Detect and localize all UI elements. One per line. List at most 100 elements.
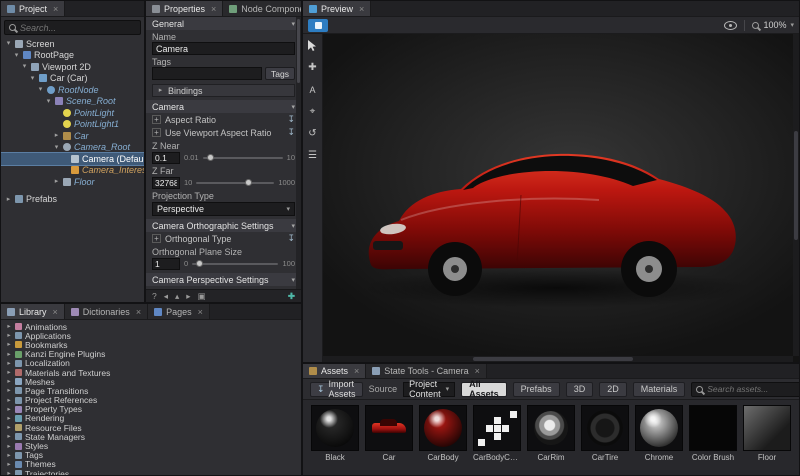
preview-vertical-scrollbar[interactable] <box>793 34 799 356</box>
tab-state-tools[interactable]: State Tools - Camera <box>366 364 487 378</box>
assets-search-input[interactable] <box>707 384 799 394</box>
select-tool-icon[interactable] <box>306 39 320 52</box>
scrollbar-thumb[interactable] <box>473 357 634 361</box>
z-near-field[interactable] <box>152 151 180 164</box>
asset-item-carrim[interactable]: CarRim <box>527 405 575 473</box>
expander-icon[interactable] <box>5 40 12 47</box>
tree-item-rootnode[interactable]: RootNode <box>1 84 144 96</box>
expander-icon[interactable] <box>6 397 12 404</box>
expander-icon[interactable] <box>6 351 12 358</box>
z-far-slider[interactable] <box>196 178 275 186</box>
library-item-trajectories[interactable]: Trajectories <box>1 469 301 475</box>
tree-item-scene-root[interactable]: Scene_Root <box>1 96 144 108</box>
orthogonal-plane-size-slider[interactable] <box>192 259 279 267</box>
close-icon[interactable] <box>198 307 203 317</box>
picker-tool-icon[interactable]: ⌖ <box>306 105 320 118</box>
filter-3d[interactable]: 3D <box>565 381 594 397</box>
asset-item-black[interactable]: Black <box>311 405 359 473</box>
perspective-section-header[interactable]: Camera Perspective Settings <box>146 273 301 286</box>
project-search-input[interactable] <box>20 22 136 33</box>
up-icon[interactable]: ▴ <box>175 291 179 302</box>
asset-item-car[interactable]: Car <box>365 405 413 473</box>
expander-icon[interactable] <box>29 75 36 82</box>
expander-icon[interactable] <box>6 387 12 394</box>
expander-icon[interactable] <box>37 86 44 93</box>
filter-all-assets[interactable]: All Assets <box>461 379 507 399</box>
scrollbar-thumb[interactable] <box>794 130 798 241</box>
tab-library[interactable]: Library <box>1 304 65 319</box>
slider-handle[interactable] <box>244 178 252 186</box>
asset-item-chrome[interactable]: Chrome <box>635 405 683 473</box>
tags-button[interactable]: Tags <box>265 67 295 80</box>
close-icon[interactable] <box>475 366 480 376</box>
expander-icon[interactable] <box>6 332 12 339</box>
expander-icon[interactable] <box>6 424 12 431</box>
tree-item-camera-interest[interactable]: Camera_Interest <box>1 165 144 177</box>
orthographic-section-header[interactable]: Camera Orthographic Settings <box>146 219 301 232</box>
z-far-field[interactable] <box>152 176 180 189</box>
next-icon[interactable]: ▸ <box>186 291 190 302</box>
slider-handle[interactable] <box>195 259 203 267</box>
tags-field[interactable] <box>152 67 263 80</box>
filter-prefabs[interactable]: Prefabs <box>512 381 560 397</box>
asset-item-carbodycubemap[interactable]: CarBodyCubema... <box>473 405 521 473</box>
prev-icon[interactable]: ◂ <box>164 291 168 302</box>
asset-item-floor[interactable]: Floor <box>743 405 791 473</box>
expander-icon[interactable] <box>5 196 12 203</box>
text-tool-icon[interactable]: A <box>306 83 320 96</box>
expander-icon[interactable] <box>6 369 12 376</box>
camera-section-header[interactable]: Camera <box>146 100 301 113</box>
tree-item-rootpage[interactable]: RootPage <box>1 50 144 62</box>
push-to-value-icon[interactable] <box>287 114 295 125</box>
tab-assets[interactable]: Assets <box>303 364 367 378</box>
library-item-styles[interactable]: Styles <box>1 441 301 451</box>
tree-item-camera-default[interactable]: Camera (Default) <box>1 152 144 166</box>
tree-item-car-node[interactable]: Car <box>1 130 144 142</box>
general-section-header[interactable]: General <box>146 17 301 30</box>
tree-item-car-prefab[interactable]: Car (Car) <box>1 73 144 85</box>
connect-preview-button[interactable] <box>308 18 328 32</box>
add-property-icon[interactable] <box>152 234 161 243</box>
expander-icon[interactable] <box>6 452 12 459</box>
orthogonal-plane-size-field[interactable] <box>152 257 180 270</box>
expander-icon[interactable] <box>6 470 12 475</box>
expander-icon[interactable] <box>6 406 12 413</box>
help-icon[interactable]: ? <box>152 291 157 301</box>
asset-item-cartire[interactable]: CarTire <box>581 405 629 473</box>
tree-item-pointlight1[interactable]: PointLight1 <box>1 119 144 131</box>
zoom-control[interactable]: 100% <box>752 20 794 30</box>
expander-icon[interactable] <box>6 461 12 468</box>
projection-type-select[interactable]: Perspective <box>152 202 295 216</box>
tab-project[interactable]: Project <box>1 1 66 16</box>
expander-icon[interactable] <box>6 360 12 367</box>
scrollbar-thumb[interactable] <box>297 19 300 83</box>
asset-item-carbody[interactable]: CarBody <box>419 405 467 473</box>
preview-viewport[interactable] <box>323 34 799 362</box>
expander-icon[interactable] <box>6 443 12 450</box>
tree-item-camera-root[interactable]: Camera_Root <box>1 142 144 154</box>
close-icon[interactable] <box>211 4 216 14</box>
expander-icon[interactable] <box>6 323 12 330</box>
tab-node-components[interactable]: Node Components <box>223 1 301 16</box>
add-property-button[interactable]: ✚ <box>288 291 295 302</box>
filter-materials[interactable]: Materials <box>632 381 686 397</box>
tree-item-screen[interactable]: Screen <box>1 38 144 50</box>
tab-dictionaries[interactable]: Dictionaries <box>64 304 149 319</box>
layers-tool-icon[interactable]: ☰ <box>306 149 320 162</box>
expander-icon[interactable] <box>6 341 12 348</box>
close-icon[interactable] <box>354 366 359 376</box>
asset-item-color-brush[interactable]: Color Brush <box>689 405 737 473</box>
close-icon[interactable] <box>359 4 364 14</box>
filter-2d[interactable]: 2D <box>599 381 627 397</box>
add-property-icon[interactable] <box>152 128 161 137</box>
rotate-tool-icon[interactable]: ↺ <box>306 127 320 140</box>
pin-icon[interactable]: ▣ <box>198 291 206 302</box>
tree-item-floor[interactable]: Floor <box>1 176 144 188</box>
import-assets-button[interactable]: Import Assets <box>310 379 363 399</box>
bindings-section[interactable]: Bindings <box>152 84 295 97</box>
expander-icon[interactable] <box>6 378 12 385</box>
pan-tool-icon[interactable]: ✚ <box>306 61 320 74</box>
close-icon[interactable] <box>53 4 58 14</box>
close-icon[interactable] <box>53 307 58 317</box>
z-near-slider[interactable] <box>202 153 283 161</box>
